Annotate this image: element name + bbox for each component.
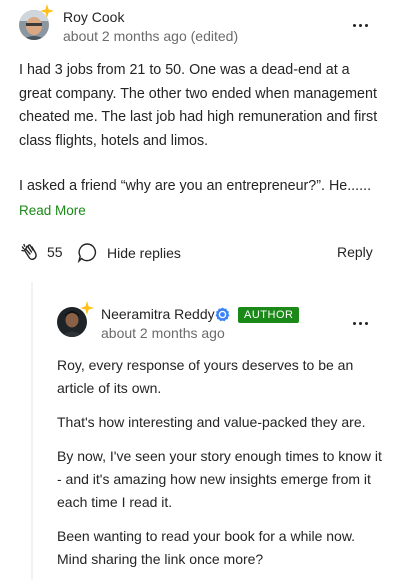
comment-paragraph: I asked a friend “why are you an entrepr… [19,178,372,194]
comment-timestamp: about 2 months ago (edited) [63,28,239,44]
more-options-icon[interactable] [353,322,368,325]
hide-replies-button[interactable]: Hide replies [107,245,181,261]
reply-timestamp: about 2 months ago [101,325,225,341]
verified-icon [215,307,230,327]
comment-body: I had 3 jobs from 21 to 50. One was a de… [19,59,384,199]
clap-count: 55 [47,244,63,260]
star-badge-icon [80,301,94,315]
thread-line [31,282,33,580]
comment-paragraph: I had 3 jobs from 21 to 50. One was a de… [19,62,378,149]
speech-bubble-icon[interactable] [77,242,98,268]
more-options-icon[interactable] [353,24,368,27]
star-badge-icon [40,4,54,18]
reply-paragraph: Roy, every response of yours deserves to… [57,357,354,396]
reply-paragraph: Been wanting to read your book for a whi… [57,528,356,567]
reply-author-name[interactable]: Neeramitra Reddy [101,306,215,322]
reply-body: Roy, every response of yours deserves to… [57,354,387,571]
reply-paragraph: That's how interesting and value-packed … [57,414,366,430]
reply-button[interactable]: Reply [337,244,373,260]
reply-paragraph: By now, I've seen your story enough time… [57,448,382,510]
read-more-link[interactable]: Read More [19,203,86,218]
author-badge: AUTHOR [238,307,300,323]
clap-icon[interactable] [20,242,40,267]
comment-author-name[interactable]: Roy Cook [63,9,124,25]
